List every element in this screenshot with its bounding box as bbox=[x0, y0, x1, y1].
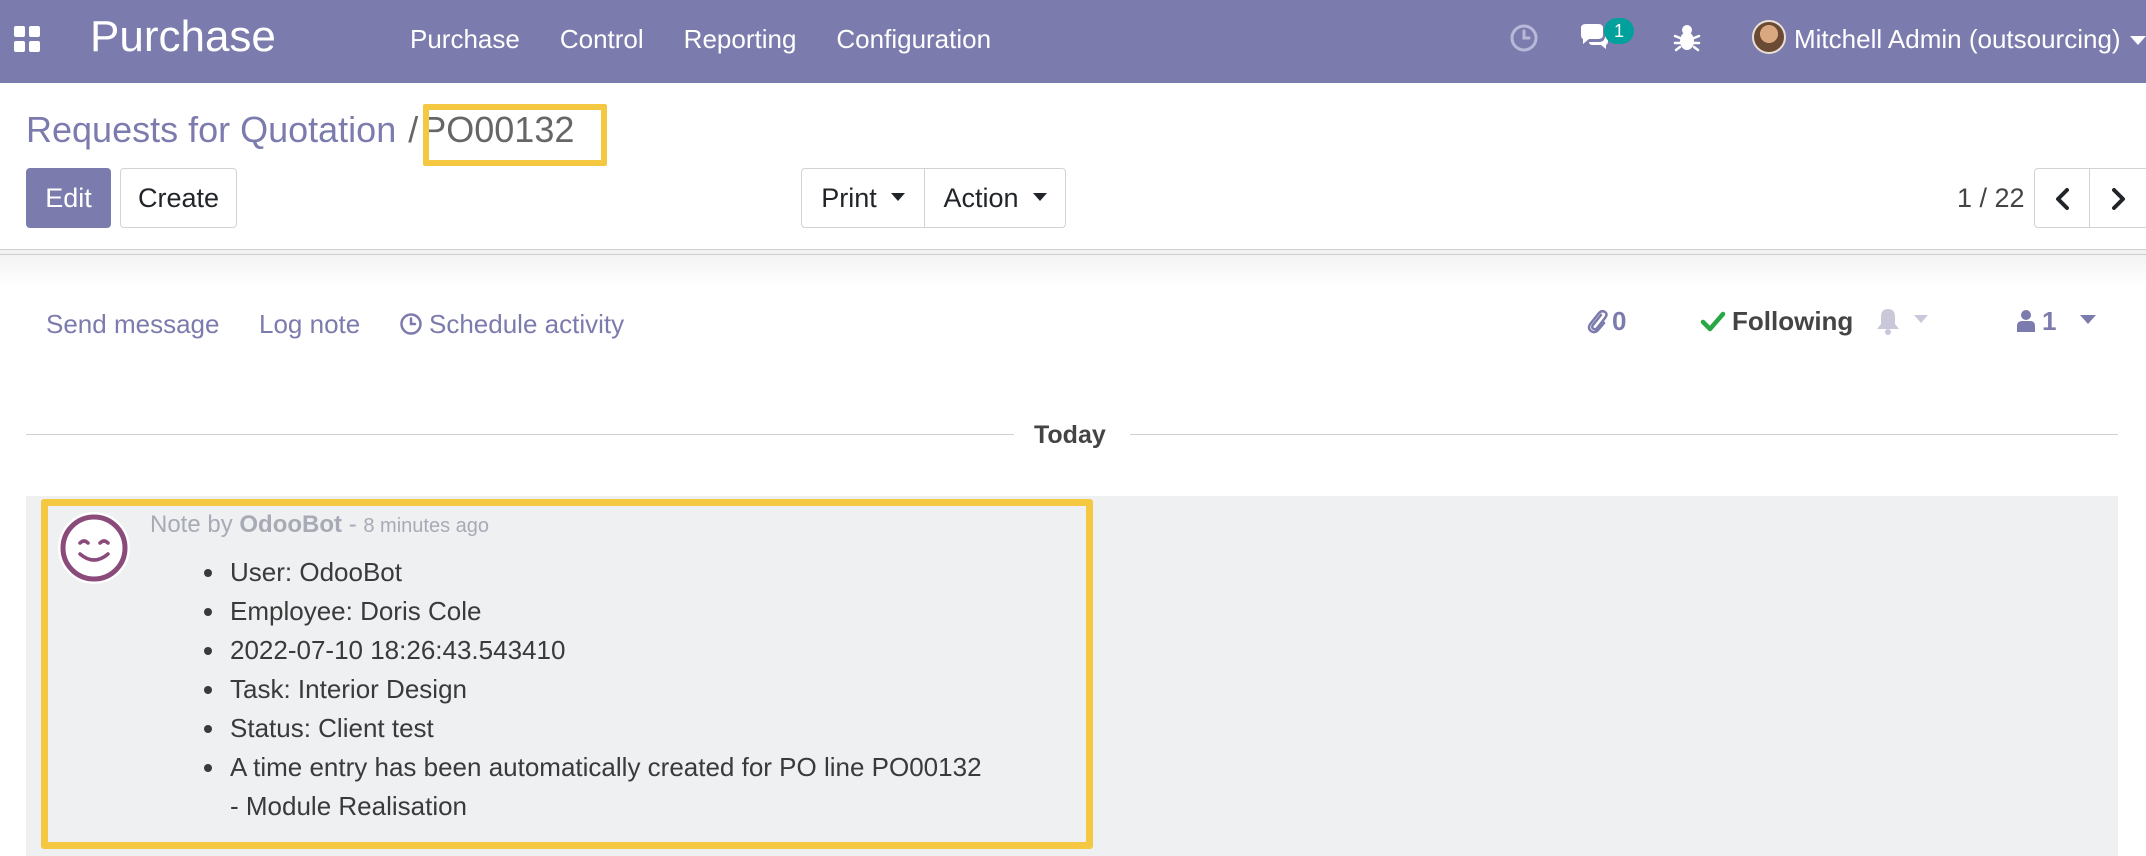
message-line-status: Status: Client test bbox=[204, 709, 982, 748]
debug-bug-icon[interactable] bbox=[1672, 22, 1702, 54]
print-label: Print bbox=[821, 183, 877, 213]
message-body: User: OdooBot Employee: Doris Cole 2022-… bbox=[204, 553, 982, 826]
time-entry-text: A time entry has been automatically crea… bbox=[230, 752, 982, 782]
time-entry-module: - Module Realisation bbox=[230, 791, 468, 821]
apps-menu-icon[interactable] bbox=[14, 26, 40, 52]
message-date: 8 minutes ago bbox=[363, 515, 490, 537]
message-line-datetime: 2022-07-10 18:26:43.543410 bbox=[204, 631, 982, 670]
create-button[interactable]: Create bbox=[120, 168, 237, 228]
bell-icon[interactable] bbox=[1874, 306, 1902, 336]
chevron-right-icon bbox=[2112, 188, 2125, 210]
top-navbar: Purchase Purchase Control Reporting Conf… bbox=[0, 0, 2146, 83]
check-icon bbox=[1700, 311, 1726, 332]
message-line-user: User: OdooBot bbox=[204, 553, 982, 592]
pager-value[interactable]: 1 / 22 bbox=[1957, 183, 2025, 213]
pager-next-button[interactable] bbox=[2089, 168, 2146, 228]
print-dropdown[interactable]: Print bbox=[801, 168, 925, 228]
caret-down-icon bbox=[890, 192, 905, 201]
odoobot-avatar[interactable] bbox=[58, 512, 130, 584]
message-line-task: Task: Interior Design bbox=[204, 670, 982, 709]
user-menu[interactable]: Mitchell Admin (outsourcing) bbox=[1794, 22, 2121, 56]
message-line-employee: Employee: Doris Cole bbox=[204, 592, 982, 631]
attachments-button[interactable]: 0 bbox=[1586, 305, 1626, 337]
date-separator-line-left bbox=[26, 434, 1014, 435]
caret-down-icon bbox=[1032, 192, 1047, 201]
message-dash: - bbox=[348, 511, 357, 538]
following-label: Following bbox=[1732, 306, 1854, 336]
highlight-box-record-name bbox=[423, 104, 607, 166]
edit-button[interactable]: Edit bbox=[26, 168, 111, 228]
following-button[interactable]: Following bbox=[1700, 305, 1853, 337]
message-header: Note by OdooBot - 8 minutes ago bbox=[150, 510, 489, 541]
action-label: Action bbox=[943, 183, 1019, 213]
menu-reporting[interactable]: Reporting bbox=[664, 22, 817, 56]
menu-purchase[interactable]: Purchase bbox=[390, 22, 540, 56]
action-dropdown[interactable]: Action bbox=[924, 168, 1066, 228]
followers-button[interactable]: 1 bbox=[2016, 305, 2056, 337]
message-list: User: OdooBot Employee: Doris Cole 2022-… bbox=[204, 553, 982, 826]
chevron-left-icon bbox=[2056, 188, 2069, 210]
message-author[interactable]: OdooBot bbox=[239, 511, 342, 538]
date-separator-line-right bbox=[1130, 434, 2118, 435]
message-type: Note by bbox=[150, 511, 233, 538]
log-note-button[interactable]: Log note bbox=[259, 308, 360, 340]
pager-previous-button[interactable] bbox=[2034, 168, 2090, 228]
breadcrumb-parent[interactable]: Requests for Quotation bbox=[26, 109, 396, 150]
clock-icon bbox=[400, 313, 422, 335]
notification-caret-icon[interactable] bbox=[1914, 315, 1928, 323]
menu-configuration[interactable]: Configuration bbox=[816, 22, 1011, 56]
user-icon bbox=[2017, 310, 2035, 332]
chat-count-badge: 1 bbox=[1604, 18, 1634, 44]
menu-control[interactable]: Control bbox=[540, 22, 664, 56]
schedule-activity-label: Schedule activity bbox=[429, 309, 625, 339]
user-caret-icon[interactable] bbox=[2130, 36, 2146, 45]
paperclip-icon bbox=[1587, 309, 1608, 334]
smiley-icon bbox=[60, 514, 128, 582]
date-separator: Today bbox=[1034, 421, 1106, 449]
send-message-button[interactable]: Send message bbox=[46, 308, 219, 340]
user-avatar[interactable] bbox=[1752, 20, 1786, 54]
form-shadow bbox=[0, 255, 2146, 285]
followers-count: 1 bbox=[2042, 306, 2057, 336]
followers-caret-icon[interactable] bbox=[2080, 315, 2096, 324]
activity-clock-icon[interactable] bbox=[1508, 22, 1540, 54]
breadcrumb-separator: / bbox=[408, 109, 419, 150]
message-line-time-entry: A time entry has been automatically crea… bbox=[204, 748, 982, 826]
app-brand[interactable]: Purchase bbox=[90, 12, 276, 62]
schedule-activity-button[interactable]: Schedule activity bbox=[399, 308, 624, 340]
attachments-count: 0 bbox=[1612, 306, 1627, 336]
main-menu: Purchase Control Reporting Configuration bbox=[390, 22, 1011, 56]
